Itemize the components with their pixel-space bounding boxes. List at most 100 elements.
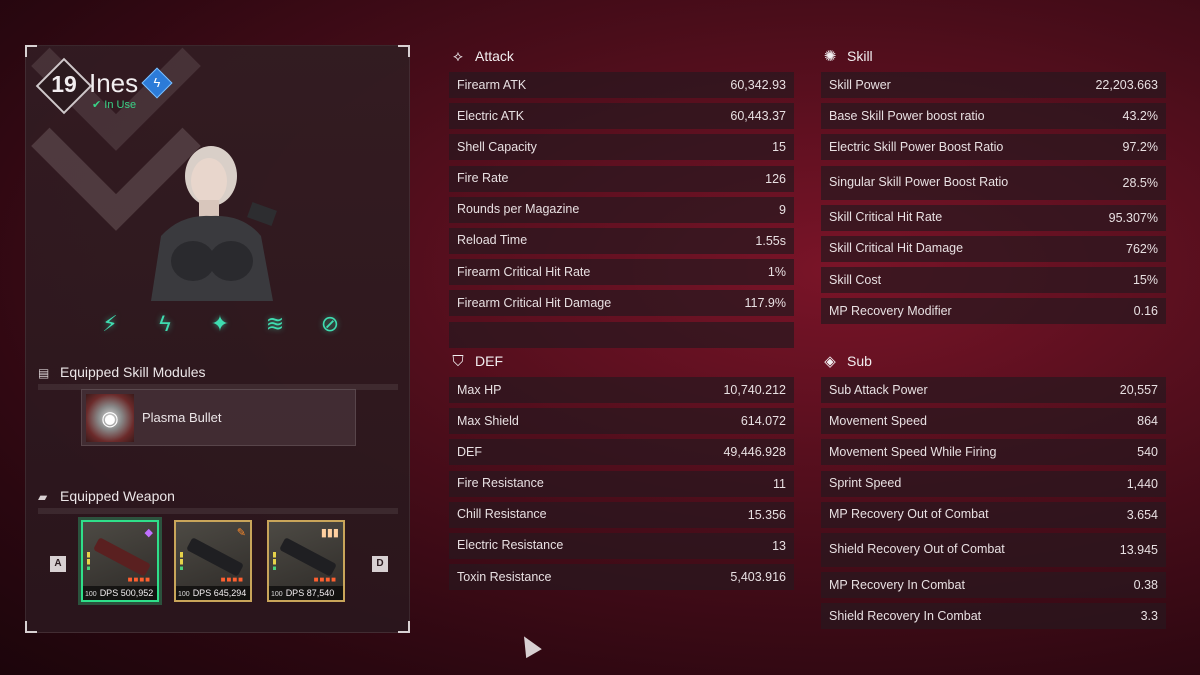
stat-row: Skill Critical Hit Rate 95.307%: [821, 204, 1166, 231]
stat-row: Electric Skill Power Boost Ratio 97.2%: [821, 134, 1166, 161]
stat-row: Sub Attack Power 20,557: [821, 377, 1166, 403]
weapon-dps: 645,294: [213, 588, 247, 598]
attack-title: Attack: [475, 48, 514, 64]
mouse-cursor-icon: [516, 631, 542, 659]
weapon-dps: 87,540: [306, 588, 335, 598]
equipped-weapon-title: Equipped Weapon: [60, 488, 175, 504]
def-panel: ⛉ DEF Max HP 10,740.212 Max Shield 614.072 …: [449, 349, 794, 595]
attack-icon: ⟡: [453, 47, 463, 65]
stat-row: Skill Cost 15%: [821, 267, 1166, 294]
stat-row: Singular Skill Power Boost Ratio 28.5%: [821, 165, 1166, 200]
card-corner: [25, 621, 37, 633]
weapon-stars: ■■■■: [313, 575, 337, 584]
skill-title: Skill: [847, 48, 873, 64]
def-title: DEF: [475, 353, 503, 369]
stat-row: Shield Recovery Out of Combat 13.945: [821, 532, 1166, 567]
next-weapon-key[interactable]: D: [372, 556, 388, 572]
equipped-weapon-header: ▰ Equipped Weapon: [38, 488, 398, 514]
stat-row: Skill Power 22,203.663: [821, 72, 1166, 98]
character-portrait: [151, 146, 277, 301]
module-list-icon: ▤: [38, 366, 50, 380]
character-card: 19 Ines ϟ ✔ In Use ⚡ ϟ ✦ ≋ ⊘ ▤ Equipped S…: [25, 45, 410, 633]
skill-stat-list[interactable]: Skill Power 22,203.663 Base Skill Power b…: [821, 72, 1166, 352]
sub-header: ◈ Sub: [821, 349, 1166, 373]
card-corner: [398, 621, 410, 633]
character-level: 19: [51, 71, 77, 97]
skill-header: ✺ Skill: [821, 44, 1166, 68]
stat-row: Movement Speed 864: [821, 408, 1166, 435]
weapon-rank-bar: [273, 552, 276, 570]
stat-row: Electric Resistance 13: [449, 532, 794, 559]
weapon-slot-1[interactable]: ◆ ■■■■ 100 DPS 500,952: [81, 520, 159, 602]
weapon-dps-bar: 100 DPS 645,294: [176, 586, 250, 600]
module-name: Plasma Bullet: [142, 410, 222, 425]
weapon-stars: ■■■■: [220, 575, 244, 584]
ammo-icon: ▮▮▮: [320, 527, 339, 539]
def-stat-list[interactable]: Max HP 10,740.212 Max Shield 614.072 DEF 49…: [449, 377, 794, 595]
character-skills: ⚡ ϟ ✦ ≋ ⊘: [94, 308, 346, 340]
sub-stat-list[interactable]: Sub Attack Power 20,557 Movement Speed 864…: [821, 377, 1166, 667]
skill-4-icon[interactable]: ≋: [259, 308, 291, 340]
skill-2-icon[interactable]: ϟ: [149, 308, 181, 340]
skill-panel: ✺ Skill Skill Power 22,203.663 Base Skill …: [821, 44, 1166, 352]
stat-row: Fire Resistance 11: [449, 470, 794, 497]
skill-burst-icon: ✺: [823, 48, 837, 65]
stat-row: Rounds per Magazine 9: [449, 196, 794, 223]
prev-weapon-key[interactable]: A: [50, 556, 66, 572]
stat-row: Movement Speed While Firing 540: [821, 439, 1166, 466]
rifle-icon: [93, 537, 151, 577]
launcher-icon: [186, 537, 244, 577]
stat-row: Shield Recovery In Combat 3.3: [821, 603, 1166, 630]
attack-header: ⟡ Attack: [449, 44, 794, 68]
shield-icon: ⛉: [452, 352, 464, 370]
weapon-dps-bar: 100 DPS 500,952: [83, 586, 157, 600]
skill-5-icon[interactable]: ⊘: [314, 308, 346, 340]
skill-1-icon[interactable]: ⚡: [94, 308, 126, 340]
in-use-status: ✔ In Use: [92, 99, 137, 111]
weapon-rank-bar: [180, 552, 183, 570]
weapon-rank-bar: [87, 552, 90, 570]
skill-modules-title: Equipped Skill Modules: [60, 364, 206, 380]
stat-row: Fire Rate 126: [449, 165, 794, 192]
sub-title: Sub: [847, 353, 872, 369]
stat-row: Max Shield 614.072: [449, 408, 794, 435]
weapon-type-icon: ◆: [144, 527, 153, 539]
stat-row: Max HP 10,740.212: [449, 377, 794, 403]
sub-panel: ◈ Sub Sub Attack Power 20,557 Movement Spe…: [821, 349, 1166, 667]
skill-module-slot[interactable]: ◉ Plasma Bullet: [81, 389, 356, 446]
skill-modules-header: ▤ Equipped Skill Modules: [38, 364, 398, 390]
attack-panel: ⟡ Attack Firearm ATK 60,342.93 Electric AT…: [449, 44, 794, 359]
weapon-type-icon: ✎: [236, 527, 246, 539]
weapon-dps: 500,952: [120, 588, 154, 598]
layers-icon: ◈: [824, 353, 836, 370]
shotgun-icon: [279, 537, 337, 577]
weapon-slot-2[interactable]: ✎ ■■■■ 100 DPS 645,294: [174, 520, 252, 602]
stat-row: Shell Capacity 15: [449, 134, 794, 161]
stat-row: Electric ATK 60,443.37: [449, 103, 794, 130]
stat-row: [449, 321, 794, 348]
weapon-dps-bar: 100 DPS 87,540: [269, 586, 343, 600]
def-header: ⛉ DEF: [449, 349, 794, 373]
stat-row: Firearm Critical Hit Damage 117.9%: [449, 290, 794, 317]
weapon-slot-3[interactable]: ▮▮▮ ■■■■ 100 DPS 87,540: [267, 520, 345, 602]
stat-row: Firearm ATK 60,342.93: [449, 72, 794, 98]
card-corner: [398, 45, 410, 57]
stat-row: Base Skill Power boost ratio 43.2%: [821, 103, 1166, 130]
stat-row: MP Recovery Modifier 0.16: [821, 298, 1166, 325]
stat-row: MP Recovery In Combat 0.38: [821, 572, 1166, 599]
stat-row: Toxin Resistance 5,403.916: [449, 564, 794, 591]
weapon-slots: ◆ ■■■■ 100 DPS 500,952 ✎ ■■■■ 100 DPS 645,…: [81, 520, 345, 602]
stat-row: DEF 49,446.928: [449, 439, 794, 466]
stat-row: Chill Resistance 15.356: [449, 501, 794, 528]
in-use-label: In Use: [104, 99, 137, 111]
stat-row: Skill Critical Hit Damage 762%: [821, 235, 1166, 262]
skill-3-icon[interactable]: ✦: [204, 308, 236, 340]
pistol-icon: ▰: [38, 490, 48, 504]
plasma-bullet-icon: ◉: [86, 394, 134, 442]
attack-stat-list[interactable]: Firearm ATK 60,342.93 Electric ATK 60,443.…: [449, 72, 794, 359]
weapon-stars: ■■■■: [127, 575, 151, 584]
stat-row: Firearm Critical Hit Rate 1%: [449, 259, 794, 286]
stat-row: Sprint Speed 1,440: [821, 470, 1166, 497]
stat-row: MP Recovery Out of Combat 3.654: [821, 501, 1166, 528]
character-name: Ines: [89, 68, 139, 98]
